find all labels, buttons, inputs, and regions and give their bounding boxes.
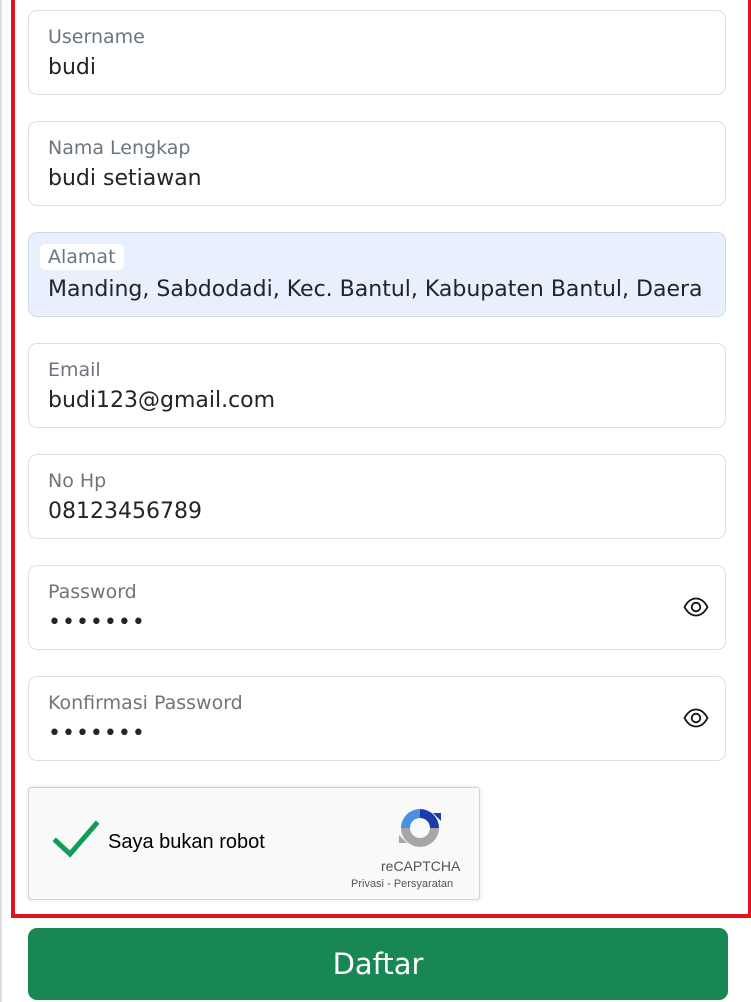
page-left-edge <box>0 0 2 1002</box>
highlight-frame <box>11 0 751 918</box>
registration-page: Username Nama Lengkap Alamat Email No Hp… <box>0 0 751 1002</box>
daftar-button[interactable]: Daftar <box>28 928 728 1000</box>
